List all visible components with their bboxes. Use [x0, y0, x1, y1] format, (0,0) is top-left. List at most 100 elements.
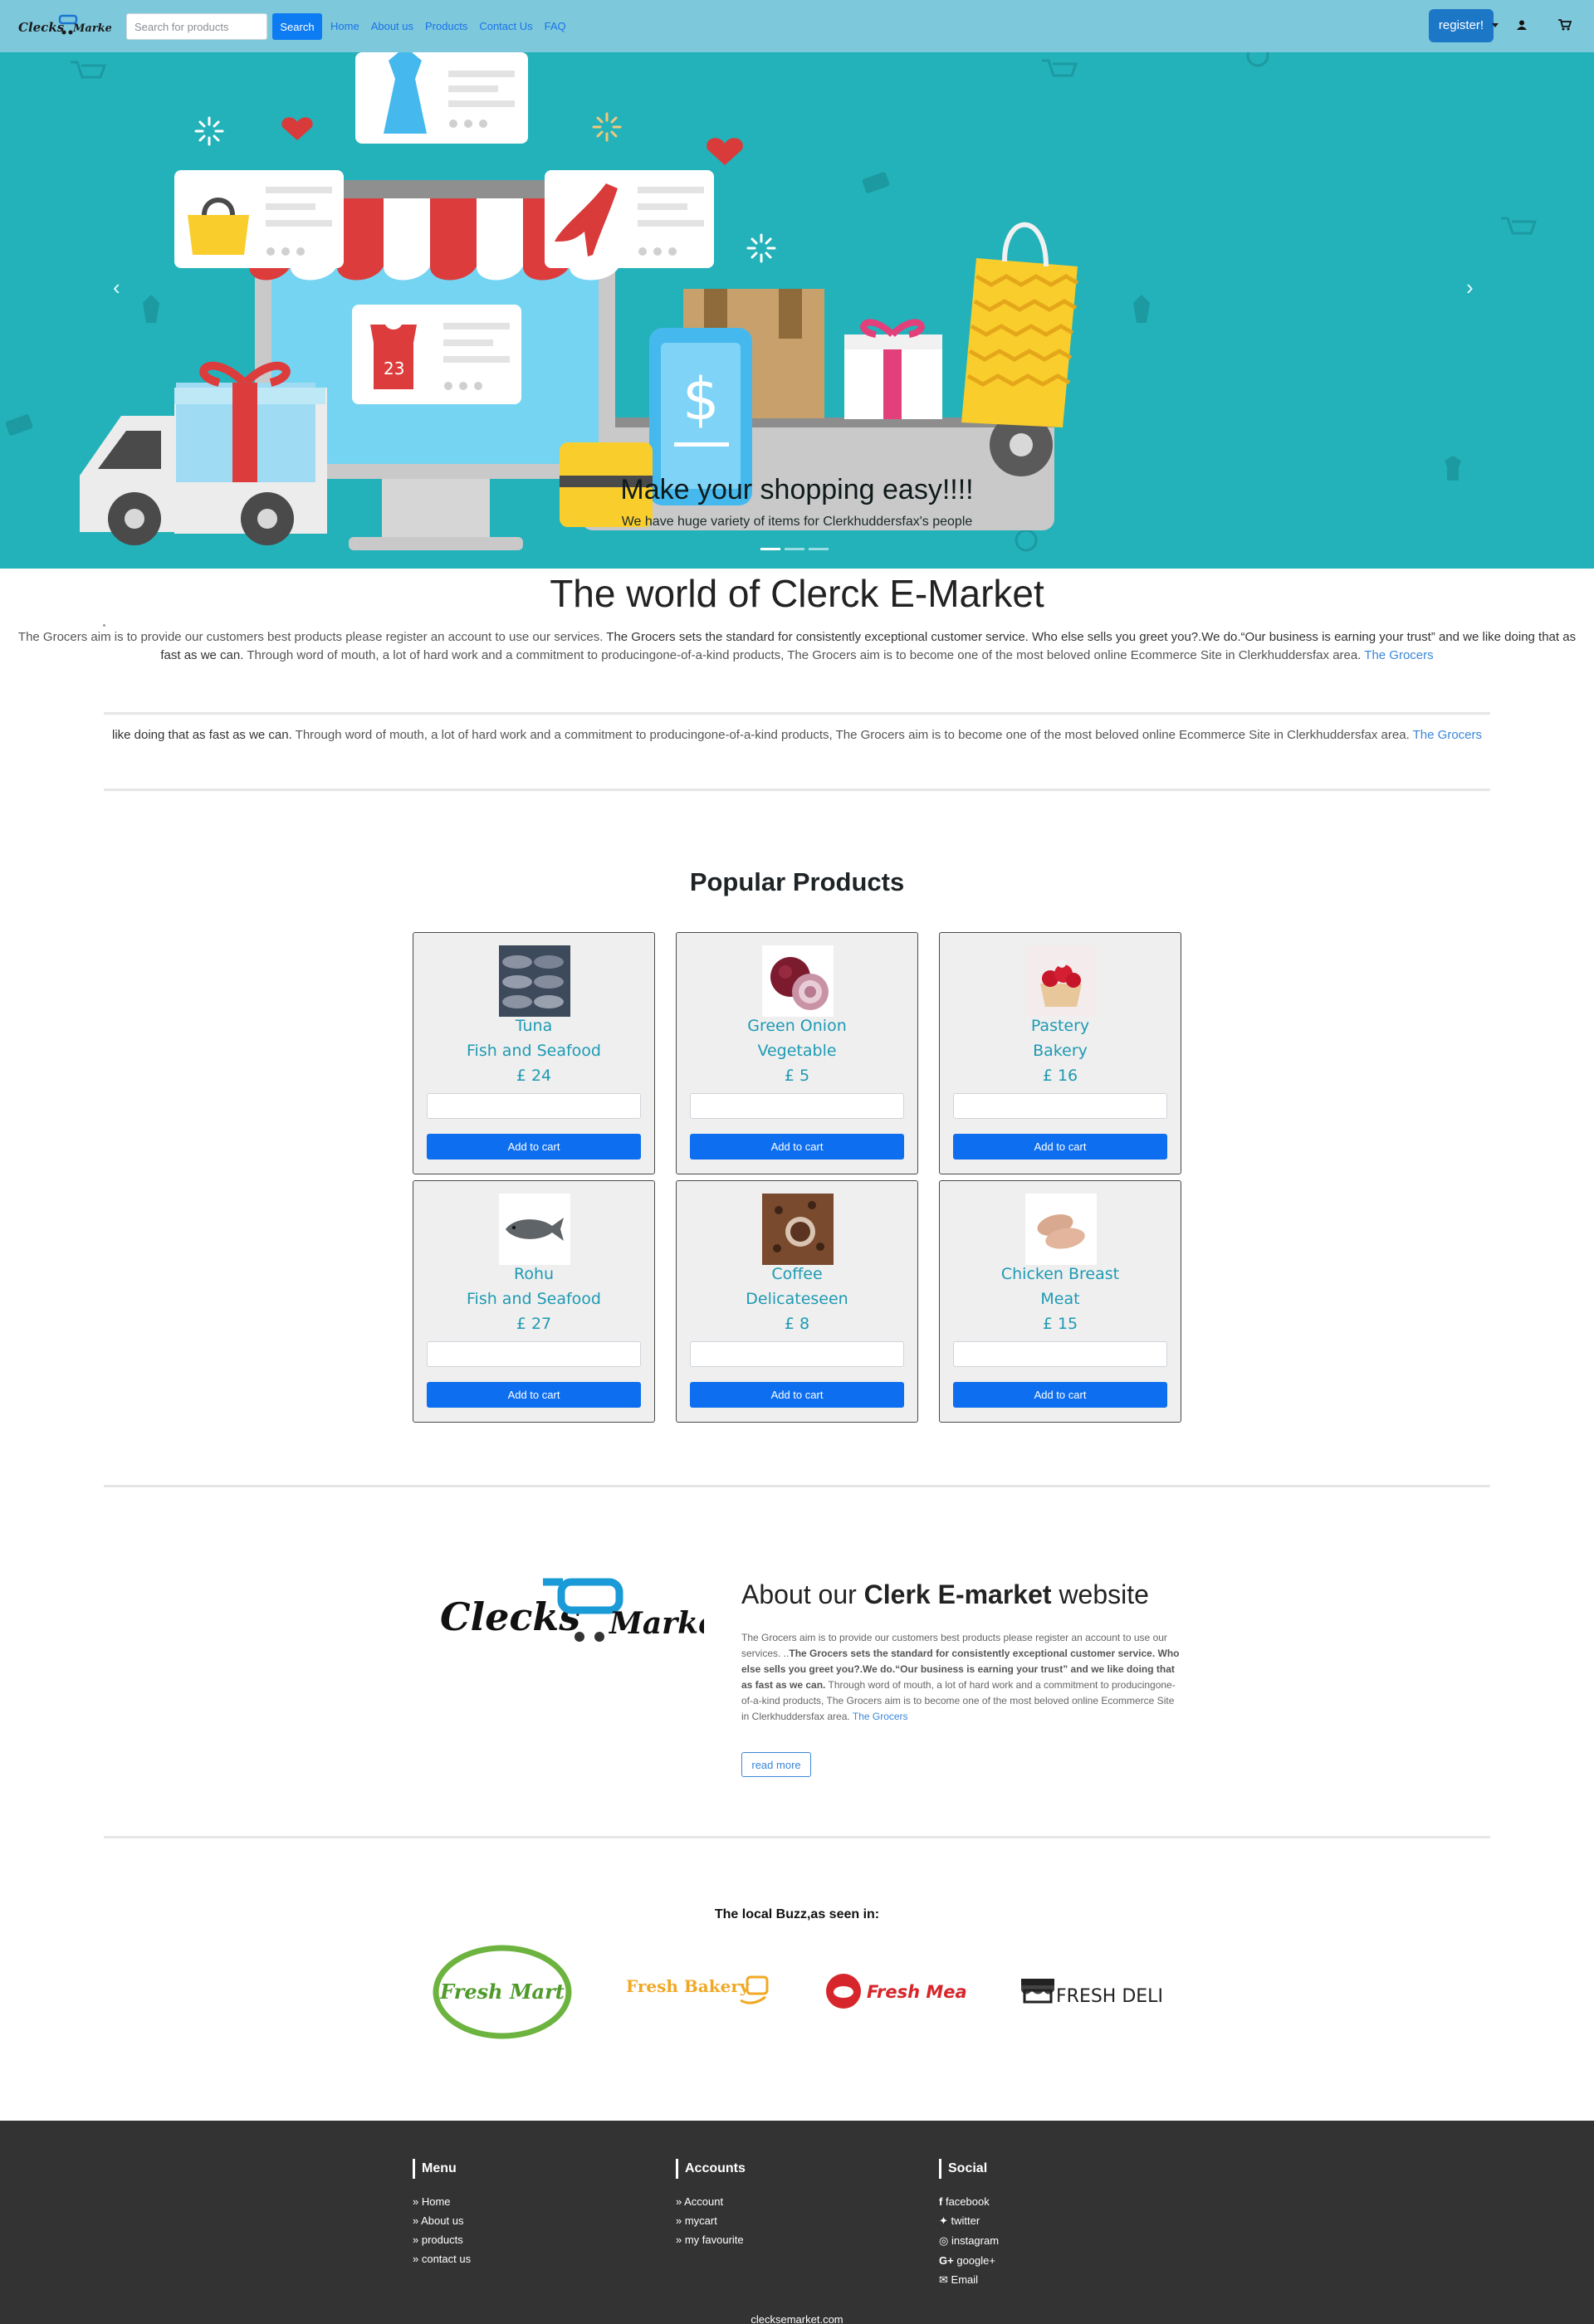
- product-price: £ 16: [1042, 1067, 1078, 1085]
- fresh-deli-logo: FRESH DELI: [1021, 1979, 1163, 2007]
- intro-text-1: The Grocers aim is to provide our custom…: [17, 630, 607, 644]
- svg-text:Market: Market: [608, 1606, 704, 1641]
- svg-text:Fresh Bakery: Fresh Bakery: [626, 1976, 751, 1996]
- fish-icon: [499, 945, 570, 1017]
- product-price: £ 27: [516, 1315, 552, 1333]
- nav-faq[interactable]: FAQ: [545, 20, 566, 32]
- footer-accounts-title: Accounts: [676, 2159, 746, 2179]
- intro-repeat-link[interactable]: The Grocers: [1413, 728, 1482, 742]
- footer-link-about[interactable]: » About us: [413, 2214, 471, 2227]
- footer: Menu » Home » About us » products » cont…: [0, 2121, 1594, 2324]
- footer-site[interactable]: clecksemarket.com: [0, 2313, 1594, 2324]
- add-to-cart-button[interactable]: Add to cart: [690, 1382, 904, 1408]
- google-plus-icon: G+: [939, 2254, 954, 2267]
- carousel-prev-icon[interactable]: ‹: [113, 276, 120, 298]
- nav-products[interactable]: Products: [425, 20, 467, 32]
- divider: [104, 1836, 1490, 1838]
- product-category: Vegetable: [757, 1042, 837, 1060]
- product-name[interactable]: Tuna: [413, 1017, 654, 1035]
- product-name[interactable]: Pastery: [940, 1017, 1181, 1035]
- quantity-input[interactable]: [427, 1341, 641, 1367]
- fish-icon: [499, 1194, 570, 1265]
- hero-subtitle: We have huge variety of items for Clerkh…: [621, 515, 973, 529]
- read-more-button[interactable]: read more: [741, 1752, 811, 1777]
- intro-title: The world of Clerck E-Market: [550, 572, 1044, 615]
- footer-link-account[interactable]: » Account: [676, 2195, 746, 2208]
- twitter-link[interactable]: ✦ twitter: [939, 2214, 999, 2228]
- footer-link-mycart[interactable]: » mycart: [676, 2214, 746, 2227]
- footer-link-home[interactable]: » Home: [413, 2195, 471, 2208]
- product-name[interactable]: Coffee: [677, 1265, 917, 1283]
- instagram-icon: ◎: [939, 2234, 949, 2247]
- svg-text:Fresh Mart: Fresh Mart: [439, 1980, 565, 2004]
- nav-about[interactable]: About us: [371, 20, 413, 32]
- product-card: Chicken Breast Meat £ 15 Add to cart: [939, 1180, 1181, 1423]
- divider: [104, 1485, 1490, 1487]
- user-icon[interactable]: [1516, 19, 1528, 31]
- product-card: Green Onion Vegetable £ 5 Add to cart: [676, 932, 918, 1174]
- footer-link-products[interactable]: » products: [413, 2234, 471, 2246]
- cart-icon[interactable]: [1558, 19, 1572, 31]
- intro-link[interactable]: The Grocers: [1364, 648, 1433, 662]
- product-category: Meat: [1040, 1290, 1080, 1308]
- about-title: About our Clerk E-market website: [741, 1579, 1149, 1610]
- site-logo[interactable]: Clecks Market: [18, 13, 111, 38]
- product-price: £ 24: [516, 1067, 552, 1085]
- product-category: Fish and Seafood: [467, 1290, 601, 1308]
- facebook-icon: f: [939, 2195, 943, 2208]
- quantity-input[interactable]: [953, 1341, 1167, 1367]
- intro-paragraph: The Grocers aim is to provide our custom…: [12, 628, 1582, 665]
- svg-text:23: 23: [384, 359, 404, 378]
- about-text: The Grocers aim is to provide our custom…: [741, 1630, 1181, 1725]
- add-to-cart-button[interactable]: Add to cart: [427, 1382, 641, 1408]
- add-to-cart-button[interactable]: Add to cart: [427, 1134, 641, 1160]
- footer-link-favourite[interactable]: » my favourite: [676, 2234, 746, 2246]
- quantity-input[interactable]: [427, 1093, 641, 1119]
- product-price: £ 8: [784, 1315, 810, 1333]
- footer-link-contact[interactable]: » contact us: [413, 2253, 471, 2265]
- divider: [104, 788, 1490, 791]
- tart-icon: [1025, 945, 1097, 1017]
- register-button[interactable]: register!: [1429, 9, 1494, 42]
- quantity-input[interactable]: [690, 1093, 904, 1119]
- product-name[interactable]: Chicken Breast: [940, 1265, 1181, 1283]
- twitter-icon: ✦: [939, 2214, 948, 2227]
- fresh-bakery-logo: Fresh Bakery: [626, 1975, 769, 2004]
- intro-repeat-strong: like doing that as fast as we can.: [111, 728, 292, 742]
- footer-social-title: Social: [939, 2159, 999, 2179]
- search-input[interactable]: [126, 13, 267, 40]
- nav-links: Home About us Products Contact Us FAQ: [330, 20, 566, 32]
- about-link[interactable]: The Grocers: [853, 1711, 908, 1722]
- instagram-link[interactable]: ◎ instagram: [939, 2234, 999, 2248]
- footer-menu: Menu » Home » About us » products » cont…: [413, 2159, 471, 2265]
- nav-contact[interactable]: Contact Us: [479, 20, 532, 32]
- quantity-input[interactable]: [690, 1341, 904, 1367]
- add-to-cart-button[interactable]: Add to cart: [953, 1134, 1167, 1160]
- divider: [104, 712, 1490, 715]
- intro-text-2: Through word of mouth, a lot of hard wor…: [243, 648, 1365, 662]
- nav-home[interactable]: Home: [330, 20, 359, 32]
- carousel-indicator-2[interactable]: [785, 548, 804, 550]
- svg-text:FRESH DELI: FRESH DELI: [1056, 1986, 1163, 2007]
- product-category: Delicateseen: [746, 1290, 848, 1308]
- product-category: Fish and Seafood: [467, 1042, 601, 1060]
- add-to-cart-button[interactable]: Add to cart: [690, 1134, 904, 1160]
- carousel-indicator-3[interactable]: [809, 548, 829, 550]
- email-link[interactable]: ✉ Email: [939, 2273, 999, 2287]
- product-price: £ 15: [1042, 1315, 1078, 1333]
- google-plus-link[interactable]: G+ google+: [939, 2254, 999, 2267]
- quantity-input[interactable]: [953, 1093, 1167, 1119]
- chevron-down-icon[interactable]: [1492, 23, 1499, 27]
- add-to-cart-button[interactable]: Add to cart: [953, 1382, 1167, 1408]
- search-button[interactable]: Search: [272, 13, 322, 40]
- svg-text:Market: Market: [72, 22, 111, 35]
- facebook-link[interactable]: f facebook: [939, 2195, 999, 2208]
- carousel-next-icon[interactable]: ›: [1466, 276, 1474, 298]
- carousel-indicator-1[interactable]: [760, 548, 780, 550]
- footer-accounts: Accounts » Account » mycart » my favouri…: [676, 2159, 746, 2246]
- product-name[interactable]: Green Onion: [677, 1017, 917, 1035]
- product-name[interactable]: Rohu: [413, 1265, 654, 1283]
- product-card: Pastery Bakery £ 16 Add to cart: [939, 932, 1181, 1174]
- intro-repeat-text: Through word of mouth, a lot of hard wor…: [291, 728, 1413, 742]
- about-title-post: website: [1051, 1579, 1149, 1609]
